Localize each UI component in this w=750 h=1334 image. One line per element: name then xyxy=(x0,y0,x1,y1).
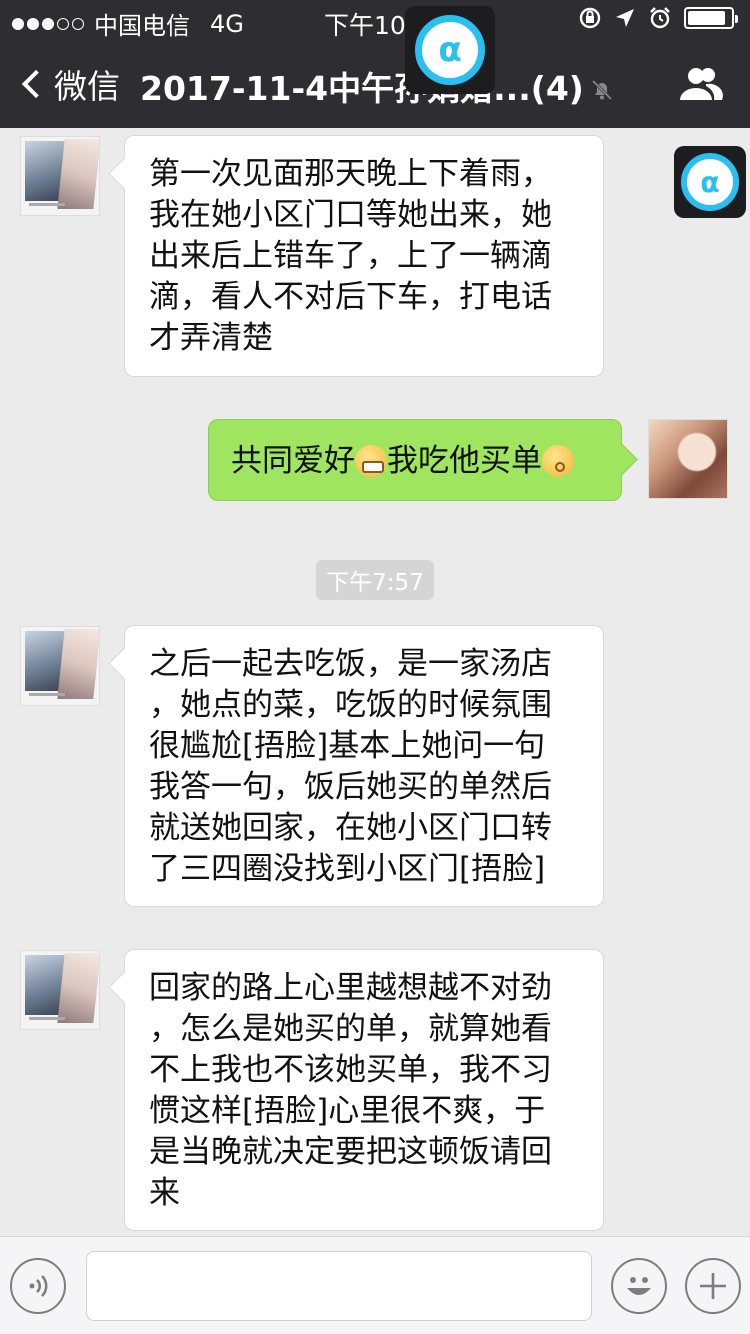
message-bubble-received[interactable]: 之后一起去吃饭，是一家汤店 ，她点的菜，吃饭的时候氛围 很尴尬[捂脸]基本上她问… xyxy=(124,625,604,907)
chat-title: 2017-11-4中午孙娟婚...(4) xyxy=(140,69,584,108)
sender-avatar[interactable] xyxy=(20,950,100,1030)
back-label: 微信 xyxy=(54,67,120,106)
message-line: 来 xyxy=(149,1175,180,1211)
sender-avatar[interactable] xyxy=(20,136,100,216)
message-line: 才弄清楚 xyxy=(149,320,273,356)
message-line: 我在她小区门口等她出来，她 xyxy=(149,197,552,233)
voice-wave-icon xyxy=(29,1275,48,1297)
message-text-field[interactable] xyxy=(86,1251,592,1321)
message-text: 我吃他买单 xyxy=(387,443,542,479)
message-line: 共同爱好 我吃他买单 xyxy=(231,441,599,482)
timestamp-chip: 下午7:57 xyxy=(316,560,434,600)
battery-icon xyxy=(684,7,738,29)
message-bubble-sent[interactable]: 共同爱好 我吃他买单 xyxy=(208,419,622,501)
plus-icon xyxy=(700,1273,726,1299)
message-text: 共同爱好 xyxy=(231,443,355,479)
mute-bell-icon xyxy=(591,79,613,101)
nav-bar: 微信 2017-11-4中午孙娟婚...(4) xyxy=(0,48,750,120)
carrier-label: 中国电信 xyxy=(94,12,190,40)
message-line: 了三四圈没找到小区门[捂脸] xyxy=(149,851,546,887)
message-bubble-received[interactable]: 第一次见面那天晚上下着雨， 我在她小区门口等她出来，她 出来后上错车了，上了一辆… xyxy=(124,135,604,377)
more-options-button[interactable] xyxy=(685,1258,741,1314)
emoji-picker-button[interactable] xyxy=(611,1258,667,1314)
message-line: 就送她回家，在她小区门口转 xyxy=(149,810,552,846)
kissing-emoji-icon xyxy=(542,445,574,477)
message-line: 是当晚就决定要把这顿饭请回 xyxy=(149,1134,552,1170)
smiley-face-icon xyxy=(627,1277,651,1295)
message-line: 之后一起去吃饭，是一家汤店 xyxy=(149,646,552,682)
grimacing-emoji-icon xyxy=(355,445,387,477)
message-line: 回家的路上心里越想越不对劲 xyxy=(149,970,552,1006)
floating-alpha-app-icon-side[interactable]: α xyxy=(674,146,746,218)
my-avatar[interactable] xyxy=(648,419,728,499)
message-bubble-received[interactable]: 回家的路上心里越想越不对劲 ，怎么是她买的单，就算她看 不上我也不该她买单，我不… xyxy=(124,949,604,1231)
chat-header: 中国电信 4G 下午10:17 微信 2017-11-4中午孙娟婚...(4) xyxy=(0,0,750,128)
alpha-logo-icon: α xyxy=(681,153,739,211)
floating-alpha-app-icon[interactable]: α xyxy=(405,6,495,94)
message-line: ，怎么是她买的单，就算她看 xyxy=(149,1011,552,1047)
back-button[interactable]: 微信 xyxy=(18,60,120,108)
group-members-icon[interactable] xyxy=(676,64,724,104)
rotation-lock-icon xyxy=(579,7,601,29)
message-line: 惯这样[捂脸]心里很不爽，于 xyxy=(149,1093,546,1129)
signal-strength-icon xyxy=(12,17,84,30)
network-type: 4G xyxy=(210,9,244,38)
status-bar: 中国电信 4G 下午10:17 xyxy=(0,0,750,40)
message-line: 滴，看人不对后下车，打电话 xyxy=(149,279,552,315)
message-line: 出来后上错车了，上了一辆滴 xyxy=(149,238,552,274)
message-input-bar xyxy=(0,1236,750,1334)
message-line: 很尴尬[捂脸]基本上她问一句 xyxy=(149,728,546,764)
message-line: ，她点的菜，吃饭的时候氛围 xyxy=(149,687,552,723)
message-line: 不上我也不该她买单，我不习 xyxy=(149,1052,552,1088)
voice-input-button[interactable] xyxy=(10,1258,66,1314)
sender-avatar[interactable] xyxy=(20,626,100,706)
message-line: 我答一句，饭后她买的单然后 xyxy=(149,769,552,805)
alarm-icon xyxy=(650,7,670,29)
alpha-logo-icon: α xyxy=(415,15,485,85)
location-arrow-icon xyxy=(616,9,634,27)
chevron-left-icon xyxy=(21,69,51,99)
message-line: 第一次见面那天晚上下着雨， xyxy=(149,156,552,192)
